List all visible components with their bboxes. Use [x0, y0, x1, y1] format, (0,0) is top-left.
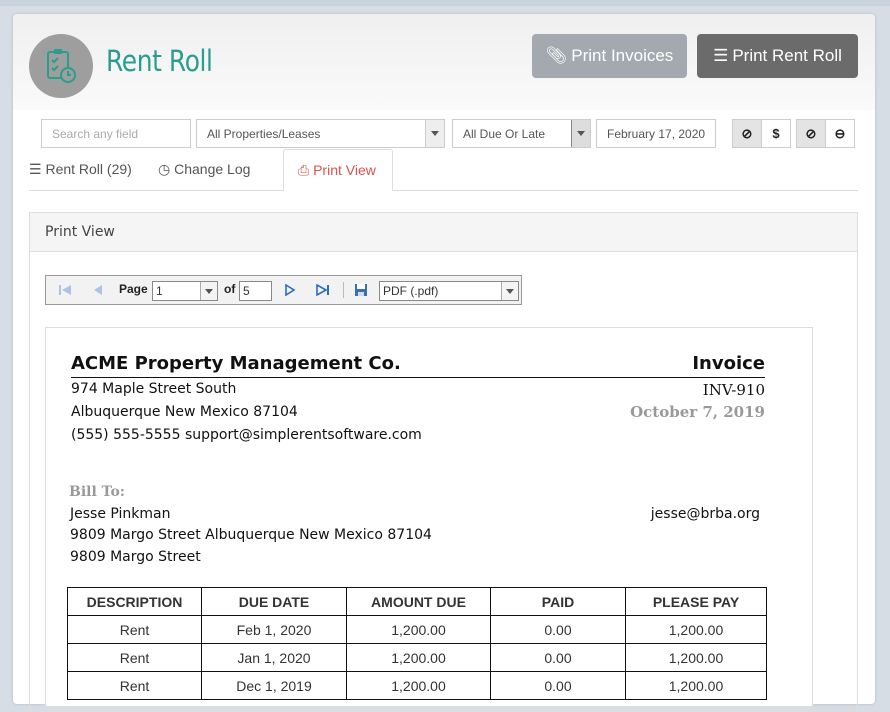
invoice-heading: Invoice: [692, 353, 765, 374]
print-rent-roll-button[interactable]: ☰ Print Rent Roll: [697, 34, 858, 78]
table-cell: 1,200.00: [346, 615, 491, 644]
table-cell: 0.00: [490, 615, 626, 644]
column-header: PAID: [490, 587, 626, 616]
dollar-toggle-button[interactable]: $: [761, 119, 791, 148]
page-number-value: 1: [156, 284, 163, 298]
table-cell: 0.00: [490, 671, 626, 700]
company-address-line1: 974 Maple Street South: [71, 381, 237, 397]
table-cell: 1,200.00: [625, 615, 767, 644]
tab-change-log-label: Change Log: [174, 161, 251, 177]
company-contact: (555) 555-5555 support@simplerentsoftwar…: [71, 427, 422, 443]
tenant-address-line1: 9809 Margo Street Albuquerque New Mexico…: [70, 527, 432, 543]
table-row: Rent Jan 1, 2020 1,200.00 0.00 1,200.00: [67, 643, 767, 672]
table-cell: Feb 1, 2020: [201, 615, 347, 644]
tab-rent-roll[interactable]: ☰ Rent Roll (29): [29, 149, 149, 190]
tab-print-view[interactable]: ⎙ Print View: [283, 149, 393, 191]
table-cell: Jan 1, 2020: [201, 643, 347, 672]
table-cell: Rent: [67, 615, 202, 644]
paperclip-icon: 📎︎: [545, 46, 568, 65]
page-label: Page: [119, 282, 148, 296]
invoice-date: October 7, 2019: [630, 403, 765, 421]
export-format-select[interactable]: PDF (.pdf): [379, 281, 519, 301]
column-header: DESCRIPTION: [67, 587, 202, 616]
tab-bar: ☰ Rent Roll (29) ◷ Change Log ⎙ Print Vi…: [29, 149, 858, 191]
save-icon[interactable]: [354, 283, 368, 297]
invoice-number: INV-910: [702, 381, 765, 399]
rent-roll-logo: [29, 34, 93, 98]
chevron-down-icon[interactable]: [571, 120, 590, 147]
bill-to-label: Bill To:: [69, 484, 125, 500]
total-pages-field: 5: [239, 281, 272, 301]
clipboard-clock-icon: [47, 49, 76, 83]
table-row: Rent Feb 1, 2020 1,200.00 0.00 1,200.00: [67, 615, 767, 644]
table-cell: Rent: [67, 671, 202, 700]
invoice-document: ACME Property Management Co. Invoice 974…: [45, 327, 813, 707]
minus-circle-toggle-button[interactable]: ⊖: [825, 119, 855, 148]
tenant-name: Jesse Pinkman: [70, 506, 171, 522]
print-invoices-button[interactable]: 📎︎ Print Invoices: [532, 34, 687, 78]
print-rent-roll-label: Print Rent Roll: [732, 46, 842, 65]
tenant-email: jesse@brba.org: [650, 506, 760, 522]
list-icon: ☰: [713, 46, 729, 65]
tab-rent-roll-label: Rent Roll (29): [45, 161, 132, 177]
property-select[interactable]: All Properties/Leases: [196, 119, 445, 148]
due-status-select[interactable]: All Due Or Late: [452, 119, 591, 148]
column-header: AMOUNT DUE: [346, 587, 491, 616]
export-format-value: PDF (.pdf): [383, 284, 439, 298]
page-title: Rent Roll: [106, 44, 213, 78]
of-label: of: [224, 282, 236, 296]
table-cell: 1,200.00: [346, 643, 491, 672]
tab-change-log[interactable]: ◷ Change Log: [158, 149, 268, 190]
due-status-value: All Due Or Late: [463, 127, 546, 141]
column-header: PLEASE PAY: [625, 587, 767, 616]
search-input[interactable]: Search any field: [41, 119, 191, 148]
chevron-down-icon[interactable]: [425, 120, 444, 147]
tenant-address-line2: 9809 Margo Street: [70, 549, 201, 565]
next-page-icon[interactable]: [283, 284, 297, 296]
page-header: Rent Roll 📎︎ Print Invoices ☰ Print Rent R…: [13, 14, 875, 110]
chevron-down-icon[interactable]: [200, 282, 217, 300]
table-cell: 1,200.00: [625, 671, 767, 700]
chevron-down-icon[interactable]: [501, 282, 518, 300]
header-divider: [71, 377, 765, 378]
company-name: ACME Property Management Co.: [71, 353, 401, 374]
list-icon: ☰: [29, 161, 42, 177]
clock-icon: ◷: [158, 161, 171, 177]
page-number-select[interactable]: 1: [152, 281, 218, 301]
first-page-icon[interactable]: [58, 284, 72, 296]
report-viewer-toolbar: Page 1 of 5 PDF (.pdf): [45, 275, 522, 305]
window-top-strip: [0, 0, 890, 6]
previous-page-icon[interactable]: [91, 284, 105, 296]
table-row: Rent Dec 1, 2019 1,200.00 0.00 1,200.00: [67, 671, 767, 700]
table-cell: Rent: [67, 643, 202, 672]
print-invoices-label: Print Invoices: [571, 46, 674, 65]
tab-print-view-label: Print View: [313, 162, 376, 178]
print-view-panel: Print View Page 1 of 5 PDF (.pdf) ACME P…: [29, 212, 858, 712]
ban-toggle-button-2[interactable]: ⊘: [796, 119, 826, 148]
table-cell: 1,200.00: [346, 671, 491, 700]
panel-title: Print View: [30, 213, 857, 252]
column-header: DUE DATE: [201, 587, 347, 616]
property-select-value: All Properties/Leases: [207, 127, 321, 141]
table-header-row: DESCRIPTION DUE DATE AMOUNT DUE PAID PLE…: [67, 587, 767, 616]
main-card: Rent Roll 📎︎ Print Invoices ☰ Print Rent R…: [13, 14, 875, 712]
toolbar-divider: [343, 282, 344, 298]
ban-toggle-button[interactable]: ⊘: [732, 119, 762, 148]
last-page-icon[interactable]: [316, 284, 330, 296]
table-cell: 1,200.00: [625, 643, 767, 672]
company-address-line2: Albuquerque New Mexico 87104: [71, 404, 298, 420]
invoice-table: DESCRIPTION DUE DATE AMOUNT DUE PAID PLE…: [67, 587, 767, 700]
table-cell: Dec 1, 2019: [201, 671, 347, 700]
table-cell: 0.00: [490, 643, 626, 672]
print-icon: ⎙: [298, 162, 310, 178]
date-input[interactable]: February 17, 2020: [596, 119, 716, 148]
